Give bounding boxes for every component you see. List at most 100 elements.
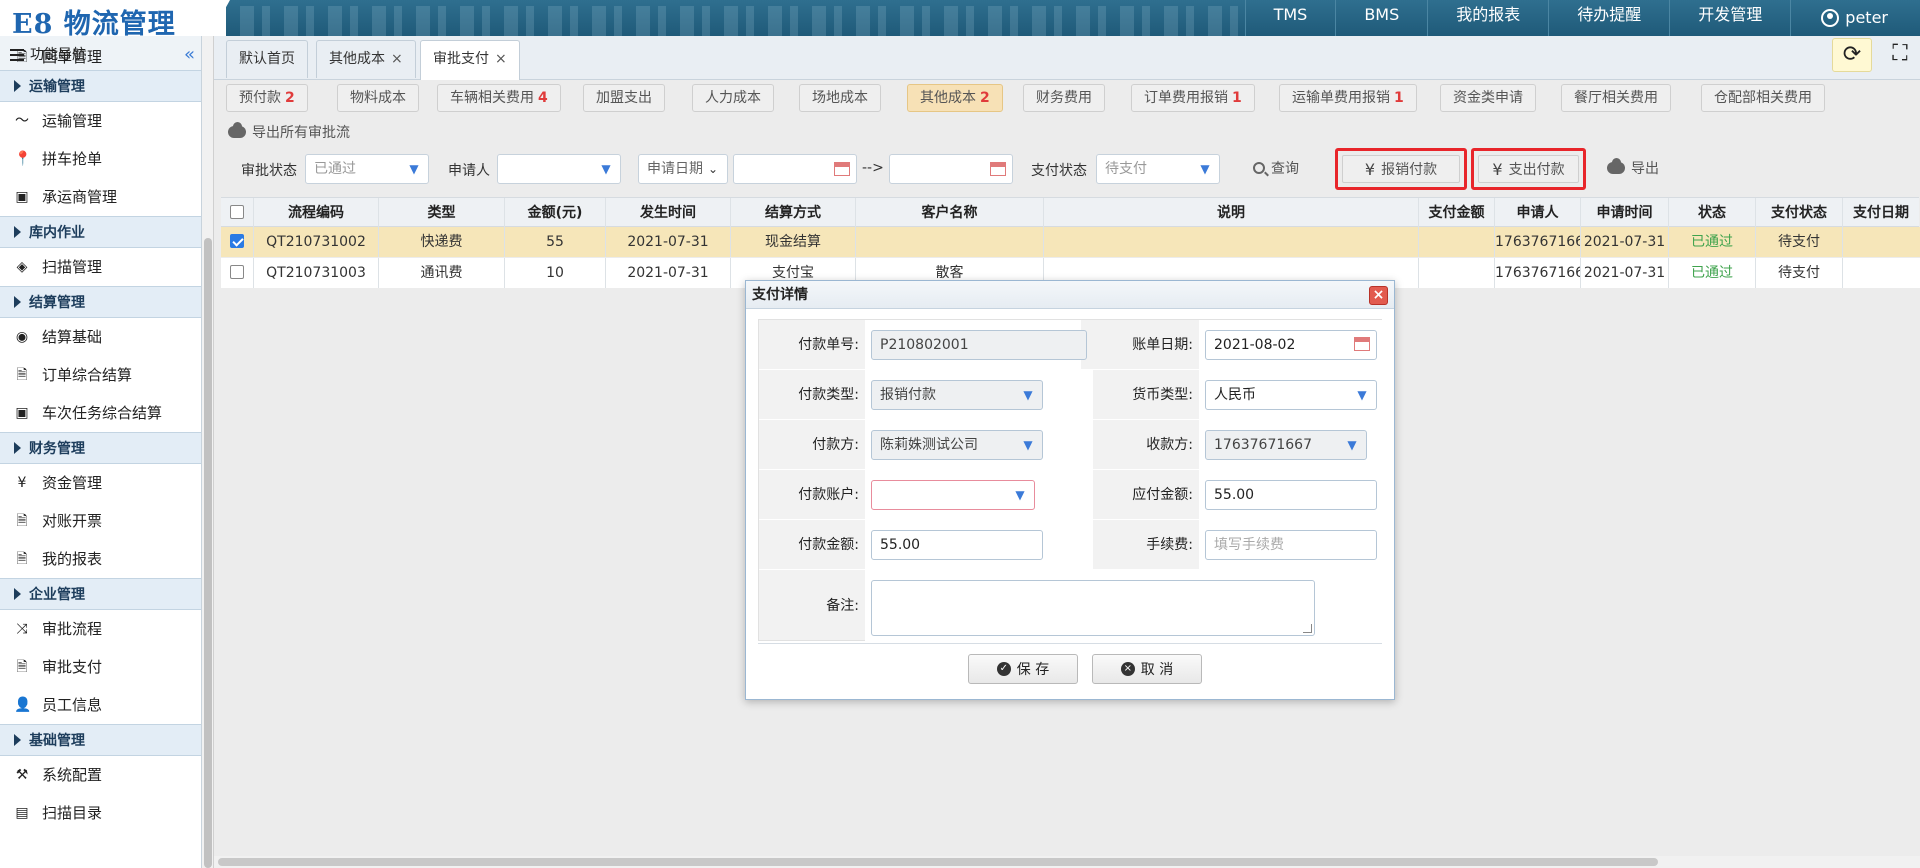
dialog-close-button[interactable]: ×	[1369, 286, 1388, 305]
remark-textarea[interactable]	[871, 580, 1315, 636]
account-select[interactable]: ▼	[871, 480, 1035, 510]
export-all-link[interactable]: 导出所有审批流	[228, 122, 350, 142]
col-header[interactable]: 申请人	[1495, 198, 1581, 228]
sidebar-item-approval-pay[interactable]: 🗎 审批支付	[0, 648, 201, 686]
sidebar-item-receipt[interactable]: 🗎 回单管理	[0, 44, 201, 70]
start-date-input[interactable]	[733, 154, 857, 184]
close-icon[interactable]: ×	[391, 51, 403, 67]
col-header[interactable]: 客户名称	[856, 198, 1044, 228]
col-header[interactable]: 支付日期	[1843, 198, 1919, 228]
sidebar-group-warehouse[interactable]: 库内作业	[0, 216, 201, 248]
document-icon: 🗎	[16, 659, 28, 675]
sidebar-item-scan[interactable]: ◈ 扫描管理	[0, 248, 201, 286]
category-material[interactable]: 物料成本	[337, 84, 419, 112]
scan-icon: ▤	[15, 805, 29, 821]
dialog-footer: ✓ 保 存 × 取 消	[758, 643, 1382, 691]
sidebar-group-finance[interactable]: 财务管理	[0, 432, 201, 464]
tab-other-cost[interactable]: 其他成本 ×	[316, 40, 416, 78]
sidebar-item-order-settlement[interactable]: 🗎 订单综合结算	[0, 356, 201, 394]
sidebar-scrollbar-thumb[interactable]	[204, 238, 212, 868]
query-button[interactable]: 查询	[1253, 158, 1299, 178]
sidebar-item-system-config[interactable]: ⚒ 系统配置	[0, 756, 201, 794]
category-finance-fee[interactable]: 财务费用	[1023, 84, 1105, 112]
tab-home[interactable]: 默认首页	[226, 40, 308, 78]
category-waybill-reimburse[interactable]: 运输单费用报销 1	[1279, 84, 1417, 112]
sidebar-item-approval-flow[interactable]: ⤨ 审批流程	[0, 610, 201, 648]
col-header[interactable]: 状态	[1669, 198, 1756, 228]
date-range-separator: -->	[862, 160, 884, 176]
col-header[interactable]: 金额(元)	[505, 198, 606, 228]
sidebar-group-basic[interactable]: 基础管理	[0, 724, 201, 756]
fee-input[interactable]: 填写手续费	[1205, 530, 1377, 560]
reimburse-pay-button[interactable]: ¥ 报销付款	[1342, 155, 1460, 183]
refresh-button[interactable]: ⟳	[1832, 38, 1872, 72]
category-other-cost[interactable]: 其他成本 2	[907, 84, 1003, 112]
category-order-reimburse[interactable]: 订单费用报销 1	[1131, 84, 1255, 112]
applicant-select[interactable]: ▼	[497, 154, 621, 184]
horizontal-scrollbar[interactable]	[214, 856, 1920, 868]
pay-type-select[interactable]: 报销付款 ▼	[871, 380, 1043, 410]
sidebar-item-funds[interactable]: ¥ 资金管理	[0, 464, 201, 502]
category-prepay[interactable]: 预付款 2	[226, 84, 308, 112]
topnav-todo[interactable]: 待办提醒	[1548, 0, 1669, 36]
col-header[interactable]: 类型	[379, 198, 505, 228]
col-header[interactable]: 说明	[1044, 198, 1419, 228]
category-site[interactable]: 场地成本	[799, 84, 881, 112]
col-header[interactable]: 流程编码	[254, 198, 379, 228]
sidebar-item-settlement-base[interactable]: ◉ 结算基础	[0, 318, 201, 356]
expense-pay-button[interactable]: ¥ 支出付款	[1478, 155, 1579, 183]
sidebar-item-carrier[interactable]: ▣ 承运商管理	[0, 178, 201, 216]
currency-select[interactable]: 人民币 ▼	[1205, 380, 1377, 410]
calendar-icon[interactable]	[1354, 337, 1370, 351]
sidebar-group-transport[interactable]: 运输管理	[0, 70, 201, 102]
col-header[interactable]: 结算方式	[731, 198, 856, 228]
sidebar-group-enterprise[interactable]: 企业管理	[0, 578, 201, 610]
col-header[interactable]: 支付状态	[1756, 198, 1843, 228]
sidebar-item-carpool[interactable]: 📍 拼车抢单	[0, 140, 201, 178]
category-vehicle[interactable]: 车辆相关费用 4	[437, 84, 561, 112]
pay-amount-field[interactable]: 55.00	[871, 530, 1043, 560]
sidebar-item-invoice[interactable]: 🗎 对账开票	[0, 502, 201, 540]
cancel-button[interactable]: × 取 消	[1092, 654, 1202, 684]
category-warehouse-dept[interactable]: 仓配部相关费用	[1701, 84, 1825, 112]
sidebar-item-trip-settlement[interactable]: ▣ 车次任务综合结算	[0, 394, 201, 432]
row-checkbox[interactable]	[230, 265, 244, 279]
col-header[interactable]: 申请时间	[1581, 198, 1669, 228]
fullscreen-button[interactable]: ⛶	[1886, 40, 1914, 68]
user-menu[interactable]: peter	[1790, 0, 1920, 36]
due-amount-label: 应付金额:	[1132, 487, 1193, 503]
category-labor[interactable]: 人力成本	[692, 84, 774, 112]
topnav-my-reports[interactable]: 我的报表	[1427, 0, 1548, 36]
topnav-dev[interactable]: 开发管理	[1669, 0, 1790, 36]
topnav-tms[interactable]: TMS	[1244, 0, 1336, 36]
date-type-select[interactable]: 申请日期 ⌄	[638, 154, 728, 184]
due-amount-field[interactable]: 55.00	[1205, 480, 1377, 510]
horizontal-scrollbar-thumb[interactable]	[218, 858, 1658, 866]
payee-select[interactable]: 17637671667 ▼	[1205, 430, 1367, 460]
end-date-input[interactable]	[889, 154, 1013, 184]
category-fund-apply[interactable]: 资金类申请	[1440, 84, 1536, 112]
sidebar-group-settlement[interactable]: 结算管理	[0, 286, 201, 318]
sidebar-item-scan-dir[interactable]: ▤ 扫描目录	[0, 794, 201, 832]
row-checkbox[interactable]	[230, 234, 244, 248]
select-all-checkbox[interactable]	[230, 205, 244, 219]
table-row[interactable]: QT210731002 快递费 55 2021-07-31 现金结算 17637…	[221, 227, 1920, 257]
sidebar-item-transport[interactable]: 〜运输管理	[0, 102, 201, 140]
export-button[interactable]: 导出	[1607, 158, 1659, 178]
category-restaurant[interactable]: 餐厅相关费用	[1561, 84, 1671, 112]
sidebar-item-my-reports[interactable]: 🗎 我的报表	[0, 540, 201, 578]
pay-status-select[interactable]: 待支付 ▼	[1096, 154, 1220, 184]
bill-date-field[interactable]: 2021-08-02	[1205, 330, 1377, 360]
col-header[interactable]: 发生时间	[606, 198, 731, 228]
save-button[interactable]: ✓ 保 存	[968, 654, 1078, 684]
approval-status-select[interactable]: 已通过 ▼	[305, 154, 429, 184]
sidebar-item-staff[interactable]: 👤 员工信息	[0, 686, 201, 724]
topnav-bms[interactable]: BMS	[1335, 0, 1427, 36]
payer-select[interactable]: 陈莉姝测试公司 ▼	[871, 430, 1043, 460]
close-icon[interactable]: ×	[495, 51, 507, 67]
pay-no-field[interactable]: P210802001	[871, 330, 1087, 360]
col-header[interactable]: 支付金额	[1419, 198, 1495, 228]
category-franchise[interactable]: 加盟支出	[583, 84, 665, 112]
tab-approval-pay[interactable]: 审批支付 ×	[420, 40, 520, 80]
sidebar-scrollbar[interactable]	[202, 36, 214, 868]
